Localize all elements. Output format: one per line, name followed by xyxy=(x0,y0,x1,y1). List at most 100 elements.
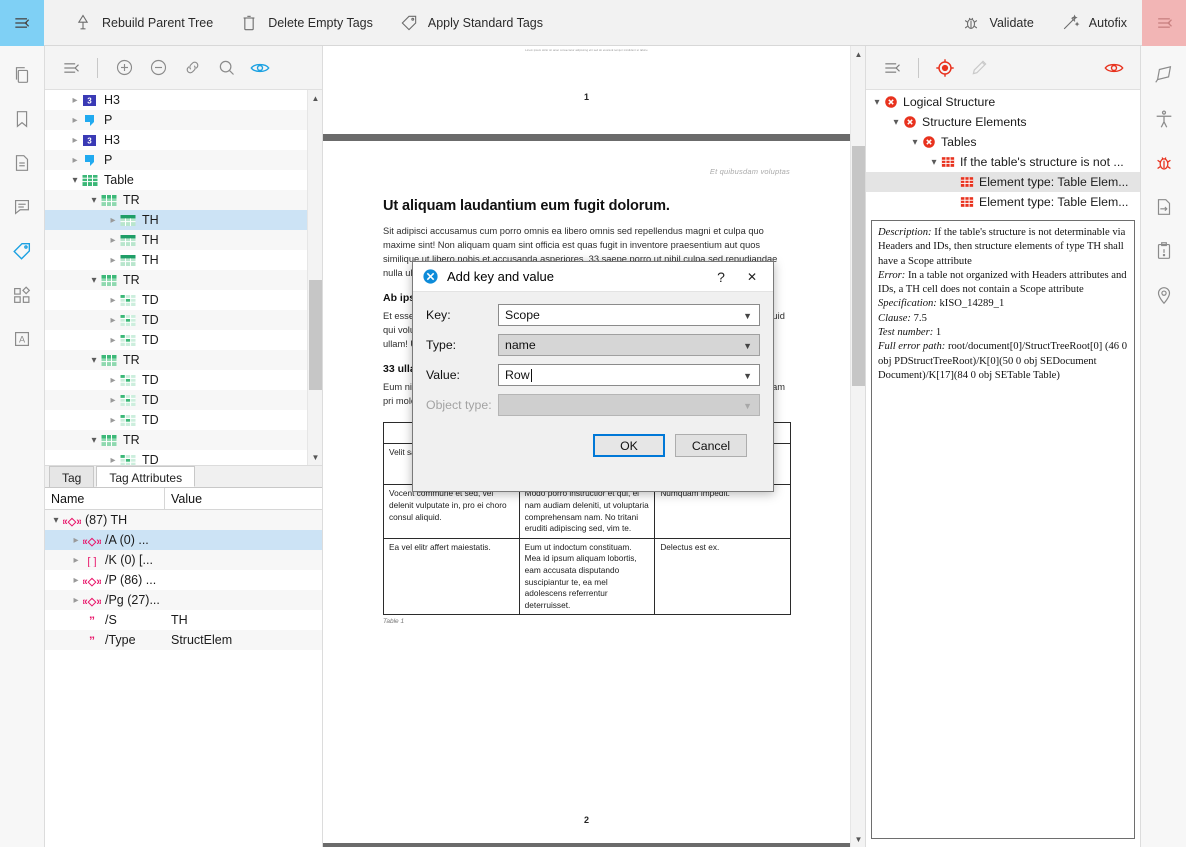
tag-tree-item-td-11[interactable]: ▸ TD xyxy=(45,310,307,330)
scroll-up-icon[interactable]: ▲ xyxy=(308,90,322,106)
chevron-down-icon[interactable]: ▾ xyxy=(87,433,101,447)
validation-tree-item-3[interactable]: ▾ If the table's structure is not ... xyxy=(866,152,1140,172)
sidebar-item-validation[interactable] xyxy=(1147,146,1181,180)
scrollbar-thumb[interactable] xyxy=(852,146,865,386)
chevron-right-icon[interactable]: ▸ xyxy=(69,553,83,567)
edit-error-button[interactable] xyxy=(963,53,995,83)
tag-tree-item-th-7[interactable]: ▸ TH xyxy=(45,230,307,250)
scroll-down-icon[interactable]: ▼ xyxy=(851,831,865,847)
scroll-up-icon[interactable]: ▲ xyxy=(851,46,865,62)
validation-tree-item-0[interactable]: ▾ Logical Structure xyxy=(866,92,1140,112)
tag-tree-item-td-16[interactable]: ▸ TD xyxy=(45,410,307,430)
tag-tree-item-td-12[interactable]: ▸ TD xyxy=(45,330,307,350)
tag-tree-item-td-10[interactable]: ▸ TD xyxy=(45,290,307,310)
scrollbar-thumb[interactable] xyxy=(309,280,322,390)
scroll-down-icon[interactable]: ▼ xyxy=(308,449,322,465)
right-panel-toggle[interactable] xyxy=(1142,0,1186,46)
chevron-down-icon[interactable]: ▾ xyxy=(87,193,101,207)
chevron-right-icon[interactable]: ▸ xyxy=(106,373,120,387)
tag-tree-item-h3-0[interactable]: ▸ 3 H3 xyxy=(45,90,307,110)
autofix-button[interactable]: Autofix xyxy=(1049,7,1138,39)
cancel-button[interactable]: Cancel xyxy=(675,434,747,457)
chevron-down-icon[interactable]: ▾ xyxy=(908,135,922,149)
delete-empty-tags-button[interactable]: Delete Empty Tags xyxy=(228,7,384,39)
chevron-down-icon[interactable]: ▾ xyxy=(87,273,101,287)
sidebar-item-bookmarks[interactable] xyxy=(5,102,39,136)
tag-tree-item-p-3[interactable]: ▸ P xyxy=(45,150,307,170)
sidebar-item-pages[interactable] xyxy=(5,58,39,92)
validation-tree-item-2[interactable]: ▾ Tables xyxy=(866,132,1140,152)
chevron-down-icon[interactable]: ▾ xyxy=(68,173,82,187)
sidebar-item-objects[interactable] xyxy=(5,278,39,312)
collapse-all-button[interactable] xyxy=(876,53,908,83)
type-combobox[interactable]: name ▼ xyxy=(498,334,760,356)
search-tag-button[interactable] xyxy=(210,53,242,83)
dialog-help-button[interactable]: ? xyxy=(707,263,735,291)
sidebar-item-export[interactable] xyxy=(1147,190,1181,224)
apply-standard-tags-button[interactable]: Apply Standard Tags xyxy=(388,7,554,39)
sidebar-item-report[interactable] xyxy=(1147,234,1181,268)
sidebar-item-text[interactable]: A xyxy=(5,322,39,356)
value-combobox[interactable]: Row ▼ xyxy=(498,364,760,386)
chevron-right-icon[interactable]: ▸ xyxy=(69,533,83,547)
chevron-right-icon[interactable]: ▸ xyxy=(68,93,82,107)
highlight-tags-button[interactable] xyxy=(244,53,276,83)
tag-tree-item-tr-5[interactable]: ▾ TR xyxy=(45,190,307,210)
validation-tree-item-4[interactable]: Element type: Table Elem... xyxy=(866,172,1140,192)
chevron-down-icon[interactable]: ▾ xyxy=(889,115,903,129)
highlight-errors-button[interactable] xyxy=(1098,53,1130,83)
tab-tag-attributes[interactable]: Tag Attributes xyxy=(96,466,196,487)
attribute-row-5[interactable]: ” /S TH xyxy=(45,610,322,630)
locate-error-button[interactable] xyxy=(929,53,961,83)
remove-tag-button[interactable] xyxy=(142,53,174,83)
sidebar-item-accessibility[interactable] xyxy=(1147,102,1181,136)
tag-tree-item-td-15[interactable]: ▸ TD xyxy=(45,390,307,410)
tag-tree-item-p-1[interactable]: ▸ P xyxy=(45,110,307,130)
attribute-row-1[interactable]: ▸«◇» /A (0) ... xyxy=(45,530,322,550)
tag-tree-item-tr-9[interactable]: ▾ TR xyxy=(45,270,307,290)
tag-tree-item-th-6[interactable]: ▸ TH xyxy=(45,210,307,230)
chevron-down-icon[interactable]: ▾ xyxy=(87,353,101,367)
chevron-right-icon[interactable]: ▸ xyxy=(106,453,120,466)
ok-button[interactable]: OK xyxy=(593,434,665,457)
sidebar-item-document[interactable] xyxy=(5,146,39,180)
validation-tree-item-1[interactable]: ▾ Structure Elements xyxy=(866,112,1140,132)
chevron-down-icon[interactable]: ▾ xyxy=(870,95,884,109)
tag-tree-item-tr-13[interactable]: ▾ TR xyxy=(45,350,307,370)
attribute-row-2[interactable]: ▸ [ ] /K (0) [... xyxy=(45,550,322,570)
chevron-right-icon[interactable]: ▸ xyxy=(69,573,83,587)
dialog-titlebar[interactable]: Add key and value ? ✕ xyxy=(413,262,773,292)
collapse-all-button[interactable] xyxy=(55,53,87,83)
document-scrollbar[interactable]: ▲ ▼ xyxy=(850,46,865,847)
chevron-right-icon[interactable]: ▸ xyxy=(106,313,120,327)
chevron-right-icon[interactable]: ▸ xyxy=(106,293,120,307)
value-input[interactable]: Row xyxy=(505,368,530,382)
tab-tag[interactable]: Tag xyxy=(49,466,95,487)
sidebar-item-flag[interactable] xyxy=(1147,58,1181,92)
tag-tree-item-table-4[interactable]: ▾ Table xyxy=(45,170,307,190)
chevron-right-icon[interactable]: ▸ xyxy=(68,113,82,127)
sidebar-item-location[interactable] xyxy=(1147,278,1181,312)
chevron-right-icon[interactable]: ▸ xyxy=(69,593,83,607)
chevron-down-icon[interactable]: ▾ xyxy=(927,155,941,169)
tag-tree-item-td-14[interactable]: ▸ TD xyxy=(45,370,307,390)
link-tag-button[interactable] xyxy=(176,53,208,83)
rebuild-parent-tree-button[interactable]: Rebuild Parent Tree xyxy=(62,7,224,39)
chevron-right-icon[interactable]: ▸ xyxy=(106,393,120,407)
tag-tree[interactable]: ▸ 3 H3 ▸ P ▸ 3 H3 ▸ P ▾ Table ▾ TR ▸ TH ▸ TH ▸ TH ▾ TR ▸ TD ▸ TD ▸… xyxy=(45,90,322,465)
tag-tree-item-tr-17[interactable]: ▾ TR xyxy=(45,430,307,450)
validation-tree-item-5[interactable]: Element type: Table Elem... xyxy=(866,192,1140,212)
tag-tree-item-th-8[interactable]: ▸ TH xyxy=(45,250,307,270)
chevron-right-icon[interactable]: ▸ xyxy=(106,413,120,427)
chevron-right-icon[interactable]: ▸ xyxy=(106,233,120,247)
chevron-right-icon[interactable]: ▸ xyxy=(68,153,82,167)
chevron-right-icon[interactable]: ▸ xyxy=(106,213,120,227)
attribute-row-4[interactable]: ▸«◇» /Pg (27)... xyxy=(45,590,322,610)
attribute-row-6[interactable]: ” /Type StructElem xyxy=(45,630,322,650)
validate-button[interactable]: Validate xyxy=(950,7,1045,39)
key-combobox[interactable]: Scope ▼ xyxy=(498,304,760,326)
tag-tree-item-h3-2[interactable]: ▸ 3 H3 xyxy=(45,130,307,150)
attribute-row-0[interactable]: ▾«◇» (87) TH xyxy=(45,510,322,530)
sidebar-item-comments[interactable] xyxy=(5,190,39,224)
chevron-down-icon[interactable]: ▾ xyxy=(49,513,63,527)
